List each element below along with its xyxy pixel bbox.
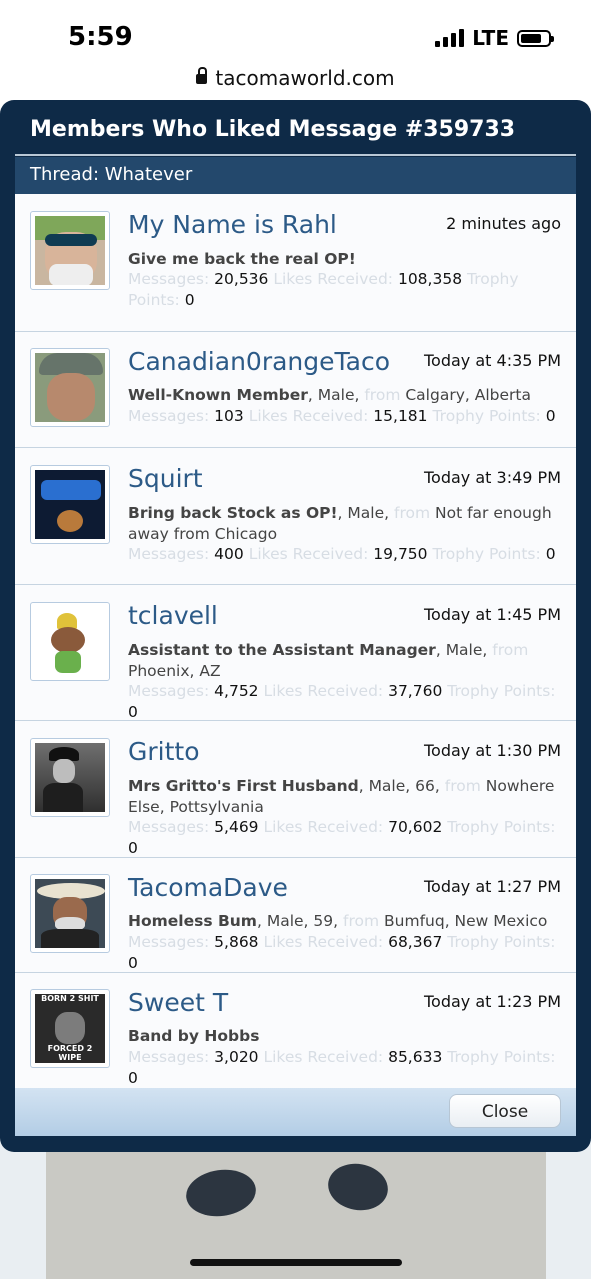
member-row: Squirt Today at 3:49 PM Bring back Stock… (15, 448, 576, 585)
member-stats: Messages: 20,536 Likes Received: 108,358… (128, 270, 519, 309)
member-title: Give me back the real OP! (128, 250, 356, 268)
url-bar[interactable]: tacomaworld.com (0, 66, 591, 90)
member-name[interactable]: Sweet T (128, 988, 228, 1017)
member-row: tclavell Today at 1:45 PM Assistant to t… (15, 585, 576, 721)
close-button[interactable]: Close (449, 1094, 561, 1128)
member-title: Homeless Bum, Male, 59, from Bumfuq, New… (128, 912, 548, 930)
member-name[interactable]: Squirt (128, 464, 203, 493)
member-list: My Name is Rahl 2 minutes ago Give me ba… (15, 194, 576, 1089)
avatar[interactable] (30, 738, 110, 817)
lock-icon (196, 67, 208, 84)
member-title: Band by Hobbs (128, 1027, 260, 1045)
dialog-title: Members Who Liked Message #359733 (30, 117, 516, 142)
member-name[interactable]: Gritto (128, 737, 200, 766)
likes-dialog: Members Who Liked Message #359733 Thread… (0, 100, 591, 1152)
avatar[interactable] (30, 348, 110, 427)
member-stats: Messages: 4,752 Likes Received: 37,760 T… (128, 682, 556, 721)
status-icons: LTE (435, 26, 554, 50)
like-time: Today at 1:45 PM (424, 605, 561, 624)
status-bar: 5:59 LTE (0, 0, 591, 70)
mask-eye-icon (324, 1159, 392, 1215)
like-time: Today at 1:27 PM (424, 877, 561, 896)
member-name[interactable]: TacomaDave (128, 873, 288, 902)
status-time: 5:59 (68, 22, 133, 52)
member-row: My Name is Rahl 2 minutes ago Give me ba… (15, 194, 576, 332)
thread-label: Thread: Whatever (30, 164, 193, 185)
member-stats: Messages: 103 Likes Received: 15,181 Tro… (128, 407, 556, 425)
battery-icon (517, 29, 554, 47)
avatar[interactable] (30, 874, 110, 953)
member-row: Gritto Today at 1:30 PM Mrs Gritto's Fir… (15, 721, 576, 858)
like-time: Today at 4:35 PM (424, 351, 561, 370)
dialog-footer: Close (15, 1088, 576, 1136)
like-time: 2 minutes ago (446, 214, 561, 233)
member-name[interactable]: Canadian0rangeTaco (128, 347, 390, 376)
member-row: BORN 2 SHIT FORCED 2 WIPE Sweet T Today … (15, 973, 576, 1089)
member-stats: Messages: 5,868 Likes Received: 68,367 T… (128, 933, 556, 972)
member-row: TacomaDave Today at 1:27 PM Homeless Bum… (15, 858, 576, 973)
avatar[interactable] (30, 602, 110, 681)
member-title: Mrs Gritto's First Husband, Male, 66, fr… (128, 777, 555, 816)
mask-eye-icon (183, 1165, 259, 1221)
avatar[interactable] (30, 465, 110, 544)
member-title: Assistant to the Assistant Manager, Male… (128, 641, 529, 680)
avatar[interactable]: BORN 2 SHIT FORCED 2 WIPE (30, 989, 110, 1068)
member-row: Canadian0rangeTaco Today at 4:35 PM Well… (15, 332, 576, 448)
like-time: Today at 1:30 PM (424, 741, 561, 760)
network-label: LTE (472, 26, 509, 50)
member-name[interactable]: My Name is Rahl (128, 210, 337, 239)
thread-bar: Thread: Whatever (15, 157, 576, 194)
home-indicator[interactable] (190, 1259, 402, 1266)
member-stats: Messages: 5,469 Likes Received: 70,602 T… (128, 818, 556, 857)
avatar[interactable] (30, 211, 110, 290)
like-time: Today at 1:23 PM (424, 992, 561, 1011)
member-title: Bring back Stock as OP!, Male, from Not … (128, 504, 552, 543)
member-title: Well-Known Member, Male, from Calgary, A… (128, 386, 531, 404)
like-time: Today at 3:49 PM (424, 468, 561, 487)
url-text: tacomaworld.com (215, 66, 395, 90)
signal-icon (435, 29, 465, 47)
divider (15, 154, 576, 156)
member-name[interactable]: tclavell (128, 601, 218, 630)
member-stats: Messages: 400 Likes Received: 19,750 Tro… (128, 545, 556, 563)
member-stats: Messages: 3,020 Likes Received: 85,633 T… (128, 1048, 556, 1087)
